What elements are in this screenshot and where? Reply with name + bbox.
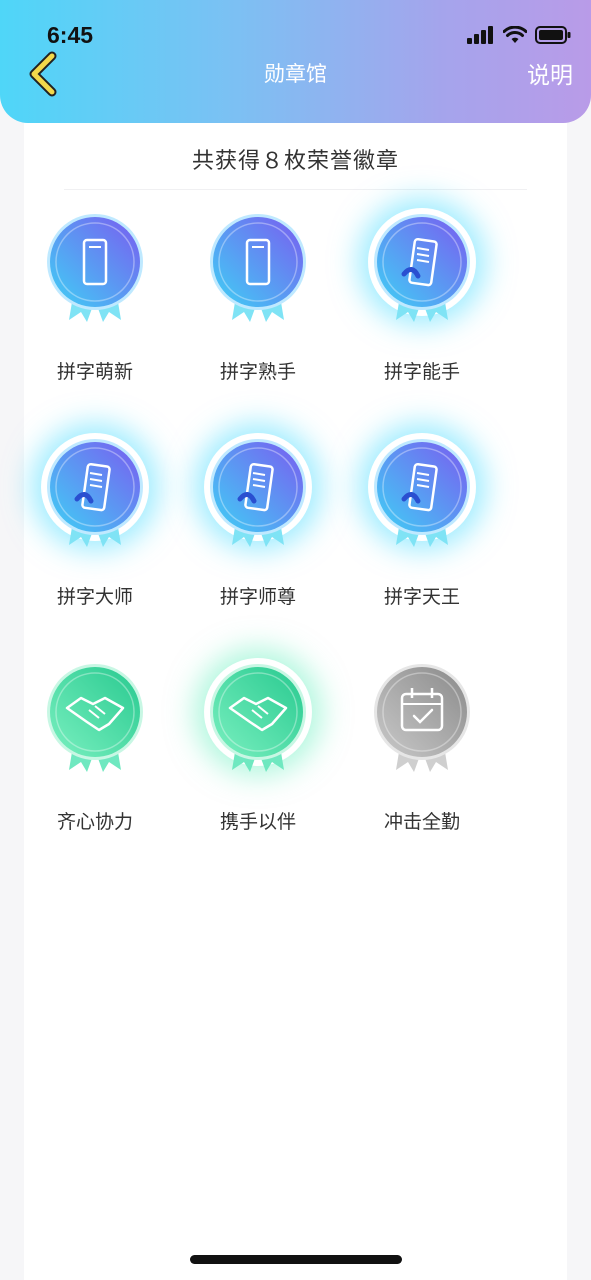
badge-label: 拼字天王 xyxy=(383,586,460,608)
badge-item[interactable]: 拼字能手 xyxy=(352,208,492,384)
help-button[interactable]: 说明 xyxy=(527,56,573,90)
badge-medal xyxy=(25,208,165,333)
header-bar: 6:45 勋章馆 说明 xyxy=(0,0,591,123)
phone-writing-icon xyxy=(374,439,470,547)
badge-count-summary: 共获得８枚荣誉徽章 xyxy=(191,149,399,174)
phone-writing-icon xyxy=(374,214,470,322)
badge-label: 齐心协力 xyxy=(56,811,133,833)
phone-writing-icon xyxy=(47,439,143,547)
badge-medal xyxy=(188,208,328,333)
page-title: 勋章馆 xyxy=(264,62,327,86)
handshake-icon xyxy=(47,664,143,772)
badge-medal xyxy=(352,208,492,333)
badge-item[interactable]: 齐心协力 xyxy=(25,658,165,834)
badge-label: 拼字大师 xyxy=(56,586,133,608)
battery-icon xyxy=(535,26,571,44)
signal-icon xyxy=(467,26,493,44)
badge-label: 冲击全勤 xyxy=(383,811,460,833)
badge-medal xyxy=(352,433,492,558)
badge-label: 拼字能手 xyxy=(383,361,460,383)
badge-item[interactable]: 拼字天王 xyxy=(352,433,492,609)
status-icons xyxy=(467,26,571,44)
wifi-icon xyxy=(503,26,527,43)
badge-label: 携手以伴 xyxy=(219,811,296,833)
status-time: 6:45 xyxy=(47,22,94,48)
badge-medal xyxy=(25,433,165,558)
badge-item[interactable]: 拼字大师 xyxy=(25,433,165,609)
badge-medal xyxy=(352,658,492,783)
badge-medal xyxy=(188,433,328,558)
badge-item[interactable]: 携手以伴 xyxy=(188,658,328,834)
badge-label: 拼字熟手 xyxy=(219,361,296,383)
badge-label: 拼字师尊 xyxy=(219,586,296,608)
handshake-icon xyxy=(210,664,306,772)
badge-medal xyxy=(188,658,328,783)
badge-medal xyxy=(25,658,165,783)
divider xyxy=(64,189,527,190)
home-indicator xyxy=(190,1255,402,1264)
badge-item[interactable]: 拼字师尊 xyxy=(188,433,328,609)
badge-card: 共获得８枚荣誉徽章 拼字萌新 拼字熟手 拼字能手拼字大师 拼字师尊 拼字天王齐心协力 携手… xyxy=(24,123,567,1280)
phone-icon xyxy=(47,214,143,322)
phone-icon xyxy=(210,214,306,322)
badge-item[interactable]: 冲击全勤 xyxy=(352,658,492,834)
badge-item[interactable]: 拼字萌新 xyxy=(25,208,165,384)
calendar-check-icon xyxy=(374,664,470,772)
phone-writing-icon xyxy=(210,439,306,547)
badge-item[interactable]: 拼字熟手 xyxy=(188,208,328,384)
badge-label: 拼字萌新 xyxy=(56,361,133,383)
